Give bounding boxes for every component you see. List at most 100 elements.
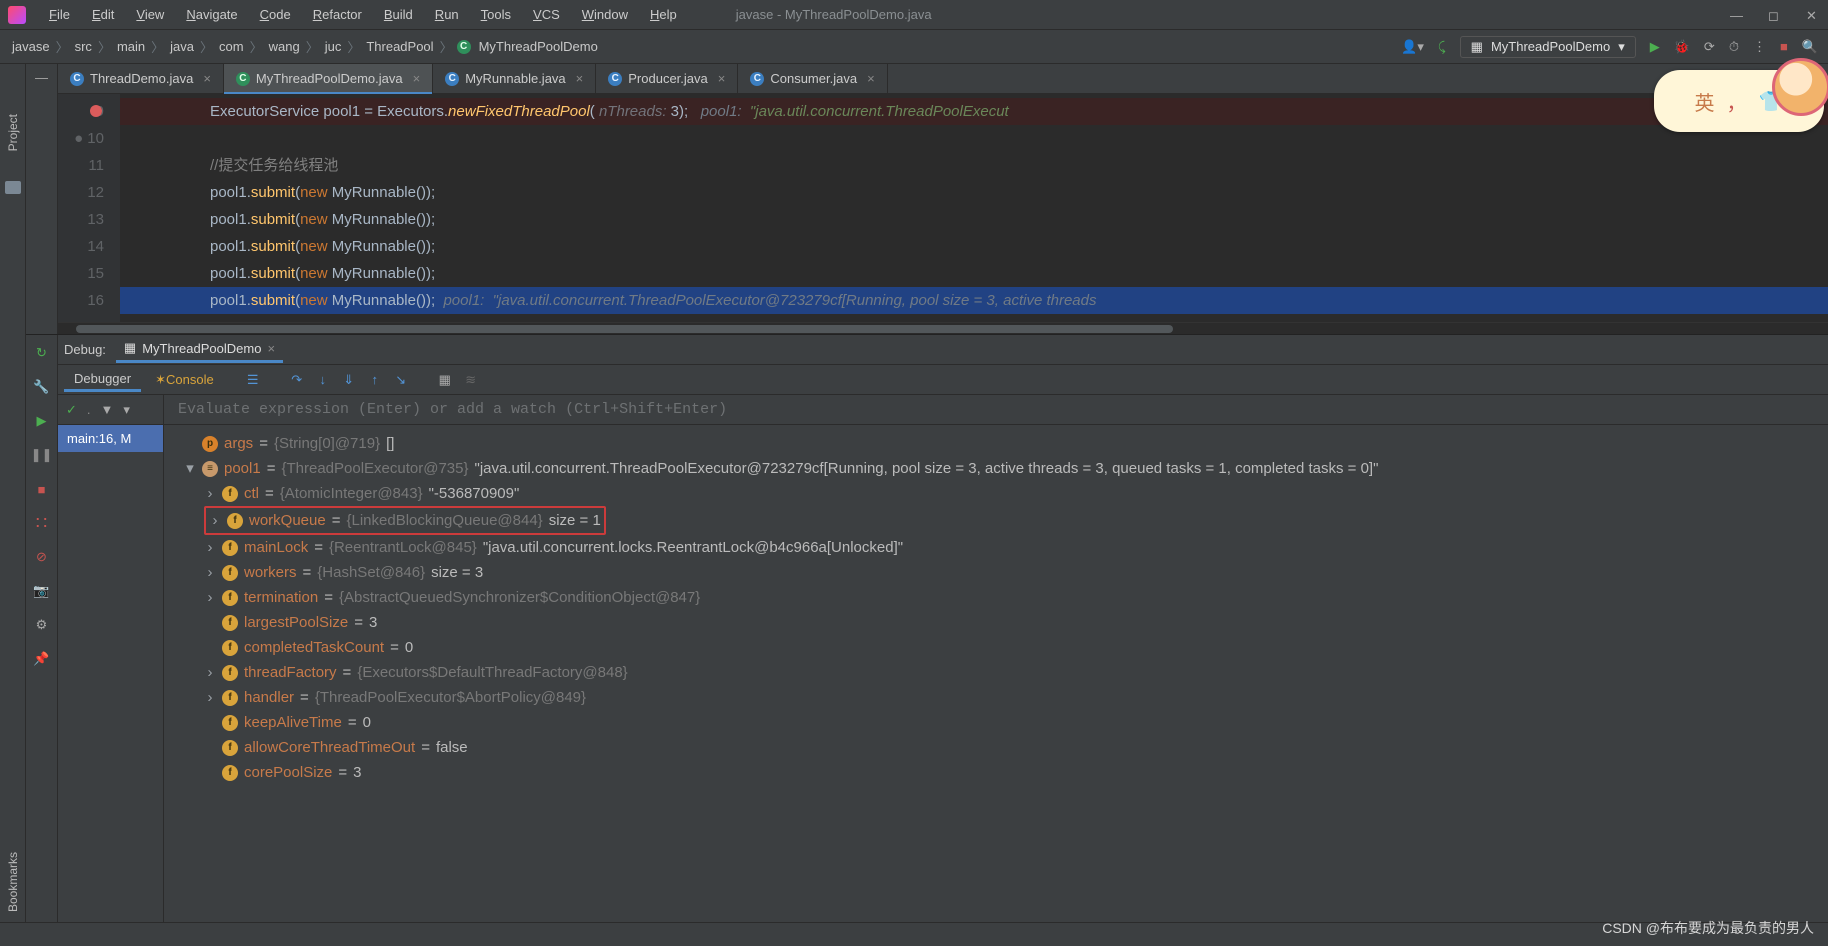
close-icon[interactable]: ✕ (1806, 8, 1820, 22)
close-tab-icon[interactable]: × (267, 341, 275, 356)
code-line[interactable]: //提交任务给线程池 (120, 152, 1828, 179)
expand-icon[interactable]: › (204, 535, 216, 560)
breadcrumb-threadpool[interactable]: ThreadPool (364, 39, 435, 54)
variable-node[interactable]: pargs = {String[0]@719} [] (164, 431, 1828, 456)
rerun-icon[interactable]: ↻ (34, 345, 50, 361)
line-number[interactable]: 13 (58, 206, 104, 233)
variables-tree[interactable]: pargs = {String[0]@719} []▾≡pool1 = {Thr… (164, 425, 1828, 946)
bookmarks-label[interactable]: Bookmarks (6, 852, 20, 912)
breadcrumb-main[interactable]: main (115, 39, 147, 54)
close-tab-icon[interactable]: × (867, 71, 875, 86)
step-into-icon[interactable]: ↓ (312, 369, 334, 391)
debugger-subtab[interactable]: Debugger (64, 368, 141, 392)
line-number[interactable]: 16 (58, 287, 104, 314)
build-icon[interactable]: ⤹ (1438, 39, 1446, 55)
filter-icon[interactable]: ▼ (101, 402, 114, 417)
console-subtab[interactable]: ✶Console (145, 369, 224, 391)
variable-node[interactable]: ›fhandler = {ThreadPoolExecutor$AbortPol… (164, 685, 1828, 710)
stack-frame[interactable]: main:16, M (58, 425, 163, 452)
gear-icon[interactable]: ⚙ (34, 617, 50, 633)
menu-view[interactable]: View (127, 4, 173, 25)
variable-node[interactable]: ▾≡pool1 = {ThreadPoolExecutor@735} "java… (164, 456, 1828, 481)
line-number[interactable]: 14 (58, 233, 104, 260)
menu-help[interactable]: Help (641, 4, 686, 25)
variable-node[interactable]: ›fthreadFactory = {Executors$DefaultThre… (164, 660, 1828, 685)
resume-icon[interactable]: ▶ (34, 413, 50, 429)
menu-code[interactable]: Code (251, 4, 300, 25)
step-out-icon[interactable]: ↑ (364, 369, 386, 391)
code-line[interactable] (120, 125, 1828, 152)
menu-tools[interactable]: Tools (472, 4, 520, 25)
code-area[interactable]: ExecutorService pool1 = Executors.newFix… (120, 94, 1828, 322)
code-line[interactable]: pool1.submit(new MyRunnable()); (120, 206, 1828, 233)
line-number[interactable]: 15 (58, 260, 104, 287)
line-number[interactable]: 17 (58, 314, 104, 322)
menu-build[interactable]: Build (375, 4, 422, 25)
variable-node[interactable]: fkeepAliveTime = 0 (164, 710, 1828, 735)
breadcrumb-wang[interactable]: wang (267, 39, 302, 54)
expand-icon[interactable]: › (204, 660, 216, 685)
line-number[interactable]: 11 (58, 152, 104, 179)
menu-file[interactable]: File (40, 4, 79, 25)
code-line[interactable]: pool1.submit(new MyRunnable()); (120, 260, 1828, 287)
maximize-icon[interactable]: ◻ (1768, 8, 1782, 22)
expand-icon[interactable]: › (204, 685, 216, 710)
variable-node[interactable]: flargestPoolSize = 3 (164, 610, 1828, 635)
breadcrumb-javase[interactable]: javase (10, 39, 52, 54)
debug-session-tab[interactable]: ▦ MyThreadPoolDemo × (116, 336, 283, 363)
code-line[interactable] (120, 314, 1828, 322)
variable-node[interactable]: ›fmainLock = {ReentrantLock@845} "java.u… (164, 535, 1828, 560)
editor-tab[interactable]: CMyThreadPoolDemo.java× (224, 64, 433, 93)
evaluate-icon[interactable]: ▦ (434, 369, 456, 391)
run-icon[interactable]: ▶ (1650, 39, 1660, 55)
menu-run[interactable]: Run (426, 4, 468, 25)
code-line[interactable]: pool1.submit(new MyRunnable()); (120, 179, 1828, 206)
force-step-into-icon[interactable]: ⇓ (338, 369, 360, 391)
pin-icon[interactable]: 📌 (34, 651, 50, 667)
run-config-dropdown[interactable]: ▦ MyThreadPoolDemo ▾ (1460, 36, 1636, 58)
close-tab-icon[interactable]: × (718, 71, 726, 86)
menu-edit[interactable]: Edit (83, 4, 123, 25)
variable-node[interactable]: fallowCoreThreadTimeOut = false (164, 735, 1828, 760)
pause-icon[interactable]: ❚❚ (34, 447, 50, 463)
profile-icon[interactable]: ⏱ (1729, 39, 1739, 55)
user-icon[interactable]: 👤▾ (1401, 39, 1424, 55)
breakpoints-icon[interactable]: ∷ (34, 515, 50, 531)
breadcrumb-src[interactable]: src (73, 39, 94, 54)
line-number[interactable]: 12 (58, 179, 104, 206)
trace-icon[interactable]: ≋ (460, 369, 482, 391)
close-tab-icon[interactable]: × (203, 71, 211, 86)
breadcrumb-java[interactable]: java (168, 39, 196, 54)
editor-tab[interactable]: CMyRunnable.java× (433, 64, 596, 93)
breadcrumb-mythreadpooldemo[interactable]: MyThreadPoolDemo (477, 39, 600, 54)
code-line[interactable]: pool1.submit(new MyRunnable()); pool1: "… (120, 287, 1828, 314)
stop-debug-icon[interactable]: ■ (34, 481, 50, 497)
code-line[interactable]: pool1.submit(new MyRunnable()); (120, 233, 1828, 260)
expand-icon[interactable]: › (204, 481, 216, 506)
step-over-icon[interactable]: ↷ (286, 369, 308, 391)
evaluate-input[interactable]: Evaluate expression (Enter) or add a wat… (164, 395, 1828, 425)
code-line[interactable]: ExecutorService pool1 = Executors.newFix… (120, 98, 1828, 125)
variable-node[interactable]: fcompletedTaskCount = 0 (164, 635, 1828, 660)
run-to-cursor-icon[interactable]: ↘ (390, 369, 412, 391)
expand-icon[interactable]: ▾ (184, 456, 196, 481)
expand-icon[interactable]: › (204, 585, 216, 610)
editor-tab[interactable]: CProducer.java× (596, 64, 738, 93)
editor-horizontal-scrollbar[interactable] (58, 322, 1828, 334)
variable-node[interactable]: fcorePoolSize = 3 (164, 760, 1828, 785)
expand-icon[interactable]: › (204, 560, 216, 585)
folder-icon[interactable] (5, 181, 21, 194)
close-tab-icon[interactable]: × (413, 71, 421, 86)
breadcrumb-juc[interactable]: juc (323, 39, 344, 54)
restart-frame-icon[interactable]: ✓ (66, 402, 77, 418)
coverage-icon[interactable]: ⟳ (1704, 39, 1715, 55)
dropdown-icon[interactable]: ▾ (123, 402, 130, 418)
variable-node[interactable]: ›fworkQueue = {LinkedBlockingQueue@844} … (164, 506, 1828, 535)
settings-wrench-icon[interactable]: 🔧 (34, 379, 50, 395)
threads-icon[interactable]: ☰ (242, 369, 264, 391)
minimize-icon[interactable]: — (1730, 8, 1744, 22)
close-tab-icon[interactable]: × (576, 71, 584, 86)
camera-icon[interactable]: 📷 (34, 583, 50, 599)
variable-node[interactable]: ›ftermination = {AbstractQueuedSynchroni… (164, 585, 1828, 610)
variable-node[interactable]: ›fctl = {AtomicInteger@843} "-536870909" (164, 481, 1828, 506)
